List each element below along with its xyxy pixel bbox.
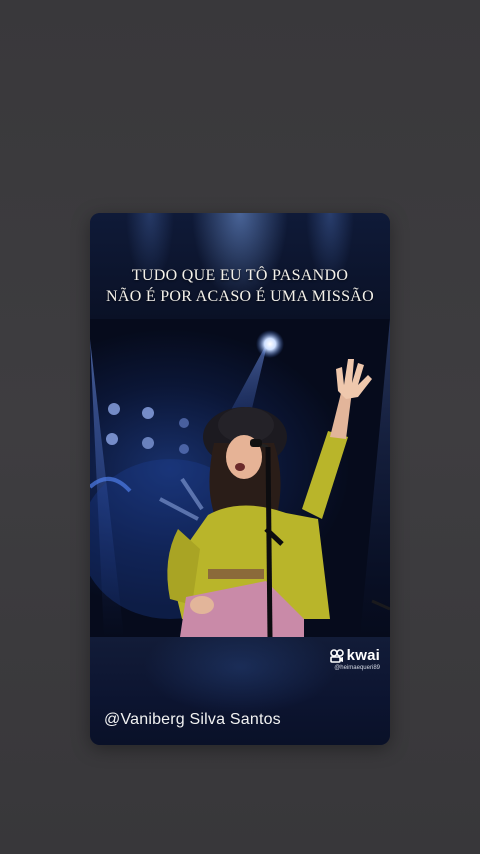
stage-light	[108, 403, 120, 415]
story-footer: kwai @heimaequeri89 @Vaniberg Silva Sant…	[90, 637, 390, 745]
raised-hand	[336, 359, 372, 399]
caption-line-2: NÃO É POR ACASO É UMA MISSÃO	[105, 288, 374, 305]
stage-light	[142, 437, 154, 449]
raised-arm-sleeve	[302, 431, 348, 519]
stage-light	[179, 418, 189, 428]
singer-illustration	[90, 319, 390, 637]
spotlight	[256, 330, 284, 358]
kwai-logo-text: kwai	[346, 647, 380, 664]
stage-light	[106, 433, 118, 445]
kwai-camera-icon	[329, 648, 344, 663]
belt	[208, 569, 264, 579]
kwai-watermark: kwai @heimaequeri89	[329, 647, 380, 671]
singer-photo	[90, 319, 390, 637]
microphone	[250, 439, 262, 447]
stage-light	[142, 407, 154, 419]
kwai-username: @heimaequeri89	[334, 665, 380, 671]
light-beam-right	[360, 319, 390, 637]
caption-band: TUDO QUE EU TÔ PASANDO NÃO É POR ACASO É…	[90, 213, 390, 319]
caption-line-1: TUDO QUE EU TÔ PASANDO	[131, 267, 349, 284]
author-handle[interactable]: @Vaniberg Silva Santos	[104, 711, 281, 729]
mic-stand	[265, 446, 273, 637]
story-caption: TUDO QUE EU TÔ PASANDO NÃO É POR ACASO É…	[90, 265, 390, 307]
story-card[interactable]: TUDO QUE EU TÔ PASANDO NÃO É POR ACASO É…	[90, 213, 390, 745]
resting-hand	[190, 596, 214, 614]
stage-light	[179, 444, 189, 454]
